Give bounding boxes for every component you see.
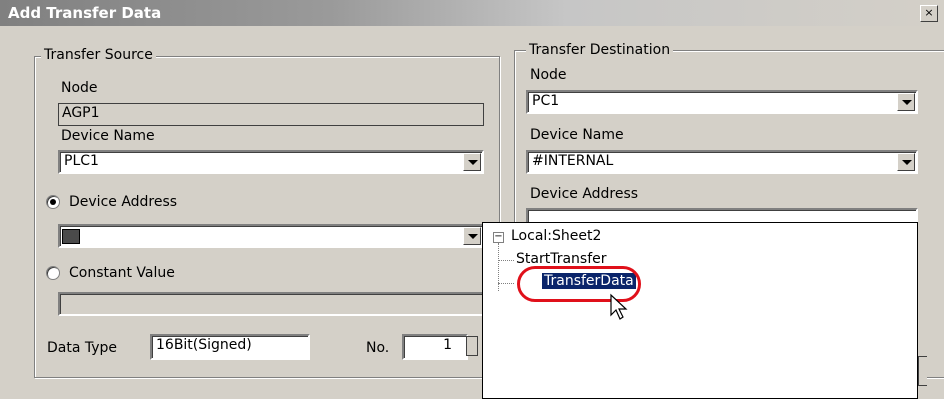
constant-value-radio[interactable] — [46, 266, 60, 280]
transfer-source-label: Transfer Source — [41, 47, 156, 63]
close-button[interactable]: × — [920, 5, 938, 22]
dest-node-select[interactable]: PC1 — [526, 90, 918, 114]
tree-branch — [498, 260, 514, 261]
transfer-destination-label: Transfer Destination — [526, 42, 674, 58]
address-picker-icon[interactable] — [62, 229, 80, 244]
device-address-radio[interactable] — [46, 195, 60, 209]
chevron-down-icon[interactable] — [463, 153, 481, 171]
hidden-button-edge[interactable] — [918, 356, 927, 386]
data-type-label: Data Type — [47, 340, 118, 356]
address-tree-popup[interactable]: − Local:Sheet2 StartTransfer TransferDat… — [482, 222, 918, 399]
dest-device-name-value: #INTERNAL — [532, 153, 614, 169]
tree-item-start-transfer[interactable]: StartTransfer — [516, 251, 607, 267]
data-type-field[interactable]: 16Bit(Signed) — [150, 334, 310, 360]
mouse-cursor-icon — [610, 293, 628, 320]
no-field[interactable]: 1 — [402, 334, 468, 360]
device-address-radio-label: Device Address — [69, 194, 178, 210]
dest-device-address-label: Device Address — [530, 186, 639, 202]
source-node-field: AGP1 — [58, 103, 484, 126]
dest-device-name-label: Device Name — [530, 127, 624, 143]
source-device-address-input[interactable] — [58, 224, 484, 248]
source-device-name-select[interactable]: PLC1 — [58, 150, 484, 174]
dest-node-label: Node — [530, 67, 567, 83]
source-device-name-value: PLC1 — [64, 153, 99, 169]
constant-value-input — [58, 292, 484, 316]
constant-value-radio-label: Constant Value — [69, 265, 175, 281]
tree-branch — [498, 283, 514, 284]
chevron-down-icon[interactable] — [897, 93, 915, 111]
chevron-down-icon[interactable] — [463, 227, 481, 245]
dest-device-name-select[interactable]: #INTERNAL — [526, 150, 918, 174]
chevron-down-icon[interactable] — [897, 153, 915, 171]
source-device-name-label: Device Name — [61, 128, 155, 144]
collapse-icon[interactable]: − — [493, 232, 504, 243]
no-label: No. — [366, 340, 390, 356]
source-node-label: Node — [61, 80, 98, 96]
tree-root-label[interactable]: Local:Sheet2 — [511, 228, 601, 244]
window-title: Add Transfer Data — [8, 4, 162, 22]
spinner-button[interactable] — [466, 336, 478, 356]
dest-node-value: PC1 — [532, 93, 560, 109]
